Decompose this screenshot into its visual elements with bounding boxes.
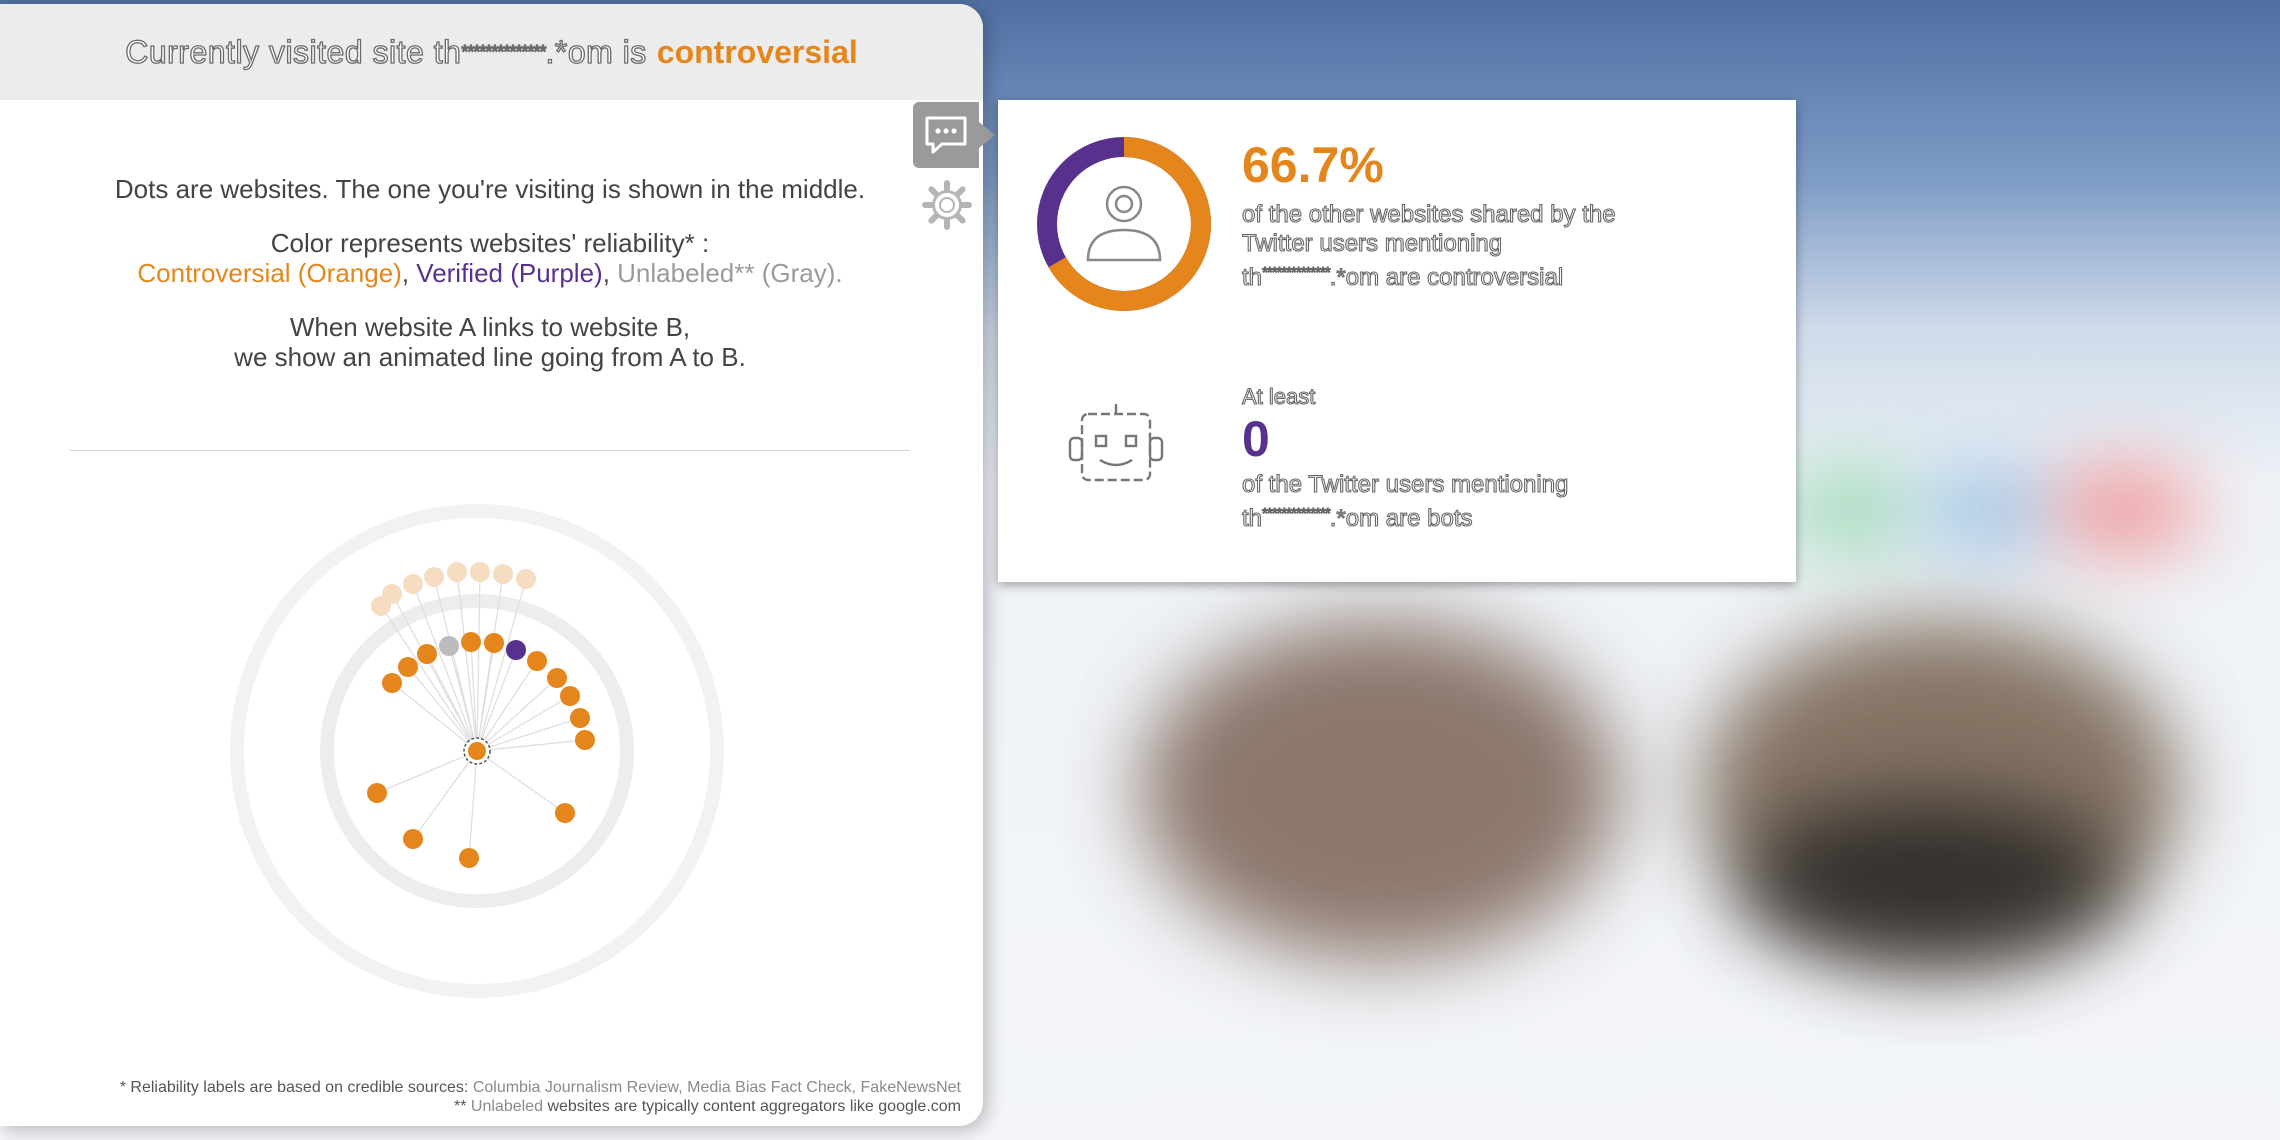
legend-controversial: Controversial (Orange) xyxy=(137,258,402,288)
website-dot-controversial[interactable] xyxy=(527,651,547,671)
intro-line-3: When website A links to website B, xyxy=(289,312,691,342)
legend-line: Controversial (Orange), Verified (Purple… xyxy=(137,258,843,288)
website-dot-faded[interactable] xyxy=(403,574,423,594)
divider xyxy=(70,450,910,451)
share-text-line-2: Twitter users mentioning xyxy=(1241,229,1503,257)
website-dot-controversial[interactable] xyxy=(547,668,567,688)
website-dot-controversial[interactable] xyxy=(555,803,575,823)
footnote-unlabeled-label: Unlabeled xyxy=(470,1098,543,1115)
user-icon xyxy=(1086,185,1162,262)
legend-unlabeled: Unlabeled** (Gray). xyxy=(617,258,843,288)
intro-line-2: Color represents websites' reliability* … xyxy=(270,228,710,258)
link-line xyxy=(476,677,558,752)
gear-icon[interactable] xyxy=(922,180,972,230)
reliability-panel: Currently visited site th **************.… xyxy=(0,4,983,1126)
intro-text: Dots are websites. The one you're visiti… xyxy=(60,174,920,372)
robot-icon xyxy=(1068,404,1164,482)
stats-popup: 66.7% of the other websites shared by th… xyxy=(998,100,1796,582)
link-line xyxy=(470,641,478,752)
website-dot-faded[interactable] xyxy=(447,562,467,582)
bots-domain-prefix: th xyxy=(1241,504,1263,532)
website-dot-verified[interactable] xyxy=(506,640,526,660)
website-dot-controversial[interactable] xyxy=(417,644,437,664)
footnote-sources-list[interactable]: Columbia Journalism Review, Media Bias F… xyxy=(473,1079,961,1096)
website-dot-controversial[interactable] xyxy=(560,686,580,706)
blurred-green-button xyxy=(1780,470,1920,550)
header-masked-domain: ************** xyxy=(461,41,547,62)
share-domain-suffix: .*om are controversial xyxy=(1329,263,1564,291)
header-suffix: .*om is xyxy=(545,33,647,70)
website-dot-controversial[interactable] xyxy=(382,673,402,693)
website-dot-unlabeled[interactable] xyxy=(439,636,459,656)
bots-domain-suffix: .*om are bots xyxy=(1329,504,1473,532)
website-dot-faded[interactable] xyxy=(516,569,536,589)
bots-text-line-1: of the Twitter users mentioning xyxy=(1241,470,1569,498)
bots-domain-mask: ************** xyxy=(1261,504,1331,522)
website-dot-controversial[interactable] xyxy=(398,657,418,677)
bots-text-line-2: th**************.*om are bots xyxy=(1241,499,1568,533)
footnote-sources: * Reliability labels are based on credib… xyxy=(120,1078,961,1097)
website-dot-faded[interactable] xyxy=(470,562,490,582)
link-line xyxy=(426,653,478,752)
header-prefix: Currently visited site th xyxy=(125,33,462,70)
intro-line-1: Dots are websites. The one you're visiti… xyxy=(114,174,866,204)
intro-line-4: we show an animated line going from A to… xyxy=(234,342,746,372)
footnotes: * Reliability labels are based on credib… xyxy=(120,1078,961,1116)
website-dot-controversial[interactable] xyxy=(570,708,590,728)
blurred-dark-shape xyxy=(1740,800,2120,960)
link-line xyxy=(476,750,566,814)
footnote-2-text: websites are typically content aggregato… xyxy=(547,1098,961,1115)
panel-header: Currently visited site th **************.… xyxy=(0,4,983,100)
chat-icon xyxy=(925,116,967,154)
footnote-1-prefix: * Reliability labels are based on credib… xyxy=(119,1079,469,1096)
controversial-share-text: of the other websites shared by the Twit… xyxy=(1241,200,1616,292)
bots-count: 0 xyxy=(1242,411,1270,467)
legend-verified: Verified (Purple) xyxy=(416,258,603,288)
website-dot-faded[interactable] xyxy=(493,564,513,584)
link-network-visualization xyxy=(230,504,724,998)
website-dot-controversial[interactable] xyxy=(459,848,479,868)
site-status-label: controversial xyxy=(656,33,858,70)
footnote-unlabeled: ** Unlabeled websites are typically cont… xyxy=(120,1097,961,1116)
share-domain-prefix: th xyxy=(1241,263,1263,291)
website-dot-controversial[interactable] xyxy=(367,783,387,803)
current-site-dot[interactable] xyxy=(463,737,491,765)
share-text-line-1: of the other websites shared by the xyxy=(1241,200,1616,228)
website-dot-faded[interactable] xyxy=(382,584,402,604)
link-line xyxy=(448,645,478,752)
bots-prefix: At least xyxy=(1241,383,1316,409)
share-text-line-3: th**************.*om are controversial xyxy=(1241,258,1616,292)
link-line xyxy=(476,642,495,752)
controversial-share-percent: 66.7% xyxy=(1242,137,1384,193)
website-dot-controversial[interactable] xyxy=(403,829,423,849)
website-dot-faded[interactable] xyxy=(424,567,444,587)
chat-tab-button[interactable] xyxy=(913,102,995,168)
share-domain-mask: ************** xyxy=(1261,263,1331,281)
bots-text: of the Twitter users mentioning th******… xyxy=(1241,470,1569,533)
blurred-red-button xyxy=(2050,470,2200,550)
website-dot-controversial[interactable] xyxy=(484,633,504,653)
website-dot-controversial[interactable] xyxy=(461,632,481,652)
blurred-blue-button xyxy=(1920,470,2060,550)
controversial-share-donut xyxy=(1037,137,1211,311)
footnote-2-prefix: ** xyxy=(454,1098,467,1115)
blurred-image-left xyxy=(1140,620,1620,960)
website-dot-controversial[interactable] xyxy=(575,730,595,750)
link-line xyxy=(468,750,478,859)
